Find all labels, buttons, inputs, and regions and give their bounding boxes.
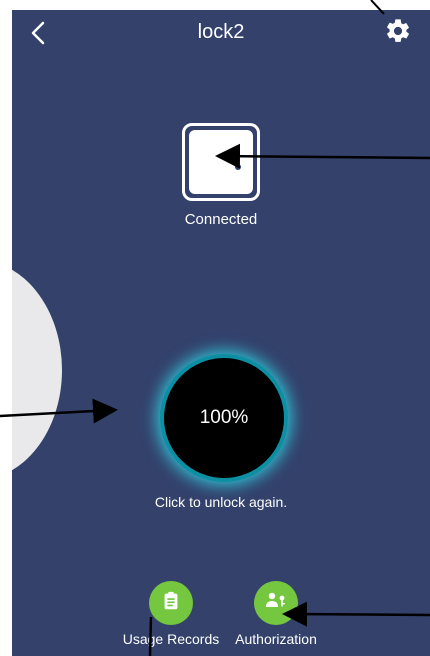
lock-device-icon — [182, 123, 260, 201]
usage-records-circle — [149, 581, 193, 625]
unlock-progress-text: 100% — [199, 407, 249, 428]
authorization-circle — [254, 581, 298, 625]
authorization-button[interactable]: Authorization — [222, 581, 330, 647]
page-root: lock2 Connected 100% Click to unlock aga… — [0, 0, 430, 656]
authorization-label: Authorization — [235, 631, 317, 647]
user-key-icon — [264, 589, 288, 618]
background-watermark — [12, 260, 62, 480]
app-screen: lock2 Connected 100% Click to unlock aga… — [12, 10, 430, 656]
page-title: lock2 — [197, 21, 245, 43]
unlock-hint: Click to unlock again. — [154, 494, 288, 510]
clipboard-icon — [160, 590, 182, 617]
gear-icon[interactable] — [384, 17, 412, 45]
lock-indicator-dot — [235, 164, 241, 170]
connection-status: Connected — [184, 211, 258, 228]
usage-records-label: Usage Records — [122, 631, 220, 647]
lock-face — [189, 130, 253, 194]
unlock-button[interactable]: 100% — [164, 358, 284, 478]
usage-records-button[interactable]: Usage Records — [117, 581, 225, 647]
